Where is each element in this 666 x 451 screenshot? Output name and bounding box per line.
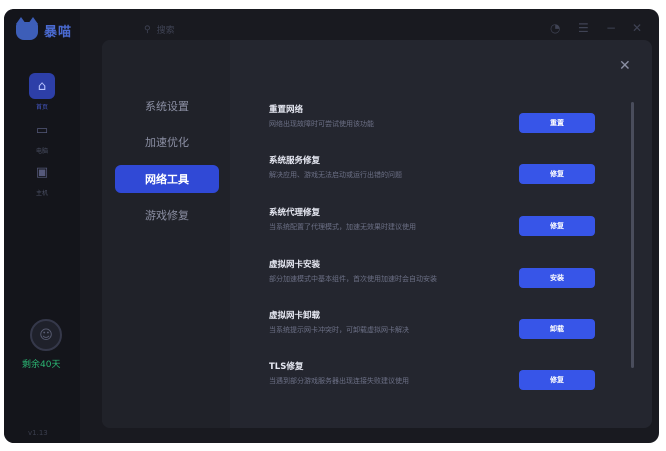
rail-item-console[interactable]: ▣ 主机 bbox=[24, 159, 60, 201]
reset-button[interactable]: 重置 bbox=[519, 113, 595, 133]
user-icon: ☺ bbox=[39, 327, 53, 343]
install-nic-button[interactable]: 安装 bbox=[519, 268, 595, 288]
rail-item-label: 首页 bbox=[35, 104, 48, 111]
membership-days: 剩余40天 bbox=[22, 360, 61, 370]
uninstall-nic-button[interactable]: 卸载 bbox=[519, 319, 595, 339]
tool-title: 系统服务修复 bbox=[269, 156, 321, 166]
nav-item-network-tools[interactable]: 网络工具 bbox=[115, 165, 219, 193]
app-name: 暴喵 bbox=[44, 25, 73, 40]
scrollbar[interactable] bbox=[631, 102, 634, 368]
repair-service-button[interactable]: 修复 bbox=[519, 164, 595, 184]
nav-item-acceleration[interactable]: 加速优化 bbox=[115, 128, 219, 156]
tool-title: 虚拟网卡卸载 bbox=[269, 311, 321, 321]
left-rail: 暴喵 ⌂ 首页 ▭ 电脑 ▣ 主机 ☺ 剩余40天 v1.13 bbox=[4, 9, 80, 443]
tool-desc: 网络出现故障时可尝试使用该功能 bbox=[269, 120, 374, 128]
tool-row-virtual-nic-uninstall: 虚拟网卡卸载 当系统提示网卡冲突时，可卸载虚拟网卡解决 卸载 bbox=[269, 309, 609, 349]
repair-proxy-button[interactable]: 修复 bbox=[519, 216, 595, 236]
tool-row-virtual-nic-install: 虚拟网卡安装 部分加速模式中基本组件，首次使用加速时会自动安装 安装 bbox=[269, 258, 609, 298]
rail-item-label: 电脑 bbox=[35, 148, 48, 155]
app-window: 暴喵 ⌂ 首页 ▭ 电脑 ▣ 主机 ☺ 剩余40天 v1.13 ⚲ 搜索 ◔ ☰… bbox=[4, 9, 659, 443]
settings-modal: 系统设置 加速优化 网络工具 游戏修复 ✕ 重置网络 网络出现故障时可尝试使用该… bbox=[102, 40, 652, 428]
search-placeholder: 搜索 bbox=[156, 26, 175, 36]
tool-title: 重置网络 bbox=[269, 105, 304, 115]
minimize-icon[interactable]: − bbox=[606, 21, 616, 35]
search-bar[interactable]: ⚲ 搜索 bbox=[144, 23, 175, 37]
tool-desc: 当系统提示网卡冲突时，可卸载虚拟网卡解决 bbox=[269, 326, 409, 334]
rail-item-label: 主机 bbox=[35, 190, 48, 197]
settings-nav: 系统设置 加速优化 网络工具 游戏修复 bbox=[102, 40, 230, 428]
tool-desc: 当系统配置了代理模式，加速无效果时建议使用 bbox=[269, 223, 416, 231]
cat-logo-icon bbox=[16, 16, 38, 40]
tool-title: 系统代理修复 bbox=[269, 208, 321, 218]
close-window-icon[interactable]: ✕ bbox=[632, 21, 642, 35]
close-icon[interactable]: ✕ bbox=[619, 58, 631, 74]
tool-title: 虚拟网卡安装 bbox=[269, 260, 321, 270]
tool-desc: 当遇到部分游戏服务器出现连接失败建议使用 bbox=[269, 377, 409, 385]
monitor-icon: ▭ bbox=[35, 122, 49, 138]
home-icon: ⌂ bbox=[29, 73, 55, 99]
speed-icon[interactable]: ◔ bbox=[550, 21, 560, 35]
search-icon: ⚲ bbox=[144, 24, 151, 35]
tool-desc: 解决应用、游戏无法启动或运行出错的问题 bbox=[269, 171, 402, 179]
menu-icon[interactable]: ☰ bbox=[578, 21, 589, 35]
rail-item-home[interactable]: ⌂ 首页 bbox=[24, 73, 60, 115]
nav-item-game-repair[interactable]: 游戏修复 bbox=[115, 201, 219, 229]
repair-tls-button[interactable]: 修复 bbox=[519, 370, 595, 390]
console-icon: ▣ bbox=[35, 164, 49, 180]
tool-row-system-proxy: 系统代理修复 当系统配置了代理模式，加速无效果时建议使用 修复 bbox=[269, 206, 609, 246]
tool-desc: 部分加速模式中基本组件，首次使用加速时会自动安装 bbox=[269, 275, 437, 283]
tool-row-reset-network: 重置网络 网络出现故障时可尝试使用该功能 重置 bbox=[269, 103, 609, 143]
tool-title: TLS修复 bbox=[269, 362, 304, 372]
tool-row-system-service: 系统服务修复 解决应用、游戏无法启动或运行出错的问题 修复 bbox=[269, 154, 609, 194]
app-logo: 暴喵 bbox=[16, 16, 73, 40]
rail-item-pc[interactable]: ▭ 电脑 bbox=[24, 117, 60, 159]
tool-row-tls-repair: TLS修复 当遇到部分游戏服务器出现连接失败建议使用 修复 bbox=[269, 360, 609, 400]
nav-item-system-settings[interactable]: 系统设置 bbox=[115, 92, 219, 120]
avatar[interactable]: ☺ bbox=[30, 319, 62, 351]
version-label: v1.13 bbox=[28, 429, 48, 437]
